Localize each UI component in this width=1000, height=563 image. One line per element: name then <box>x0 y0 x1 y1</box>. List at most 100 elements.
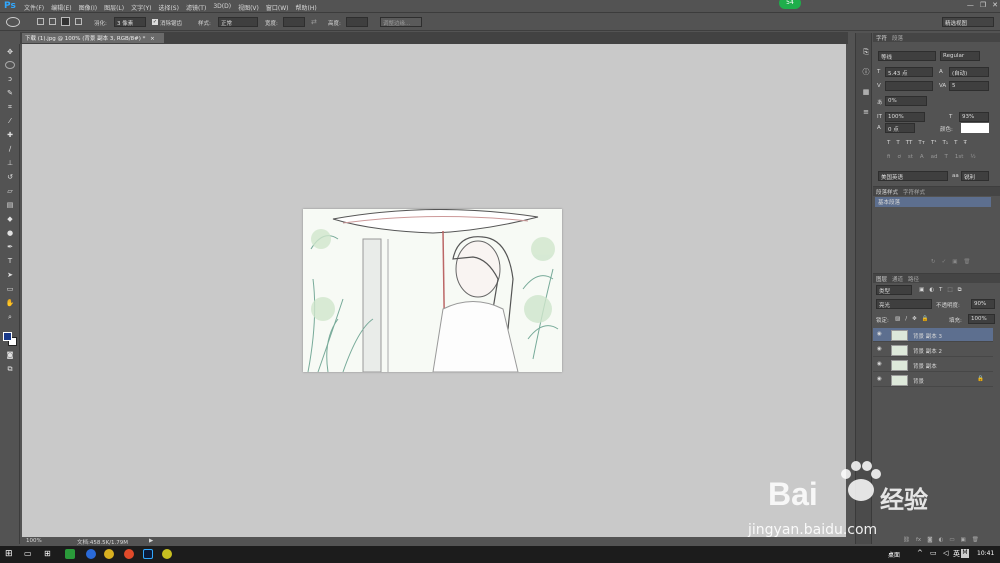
notification-badge[interactable]: 54 <box>779 0 801 9</box>
tsume-input[interactable]: 0% <box>885 96 927 106</box>
width-input[interactable] <box>283 17 305 27</box>
clear-override-icon[interactable]: ↻ <box>931 259 936 265</box>
tab-character-styles[interactable]: 字符样式 <box>903 188 925 196</box>
shape-tool-icon[interactable]: ▭ <box>4 284 16 295</box>
path-select-tool-icon[interactable]: ➤ <box>4 270 16 281</box>
close-icon[interactable]: ✕ <box>992 1 998 9</box>
crop-tool-icon[interactable]: ⌗ <box>4 102 16 113</box>
move-tool-icon[interactable]: ✥ <box>4 47 16 58</box>
info-panel-icon[interactable]: ⓘ <box>860 67 872 78</box>
menu-item[interactable]: 文件(F) <box>24 3 44 12</box>
opentype-feature-button[interactable]: 1st <box>955 154 964 160</box>
history-panel-icon[interactable]: ⎘ <box>860 47 872 58</box>
pen-tool-icon[interactable]: ✒ <box>4 242 16 253</box>
adjustments-panel-icon[interactable]: ≡ <box>860 107 872 118</box>
visibility-eye-icon[interactable]: ◉ <box>877 361 882 367</box>
app-icon[interactable] <box>162 549 172 559</box>
tab-character[interactable]: 字符 <box>876 34 887 42</box>
layer-filter-select[interactable]: 类型 <box>876 285 912 295</box>
tab-layers[interactable]: 图层 <box>876 275 887 283</box>
tray-expand-icon[interactable]: ^ <box>917 549 923 557</box>
layer-name[interactable]: 背景 <box>913 377 924 385</box>
swap-dimensions-icon[interactable]: ⇄ <box>311 18 317 26</box>
baseline-shift-input[interactable]: 0 点 <box>885 123 915 133</box>
type-style-button[interactable]: T <box>896 140 899 146</box>
menu-item[interactable]: 编辑(E) <box>51 3 71 12</box>
status-menu-arrow-icon[interactable]: ▶ <box>149 538 153 544</box>
opentype-feature-button[interactable]: ½ <box>970 154 975 160</box>
document-tab[interactable]: 下载 (1).jpg @ 100% (背景 副本 3, RGB/8#) * × <box>22 33 164 43</box>
menu-item[interactable]: 文字(Y) <box>131 3 151 12</box>
menu-item[interactable]: 选择(S) <box>158 3 179 12</box>
style-select[interactable]: 正常 <box>218 17 258 27</box>
clock[interactable]: 10:41 <box>977 550 994 557</box>
ime-label[interactable]: 英 <box>953 549 960 559</box>
menu-item[interactable]: 帮助(H) <box>296 3 317 12</box>
filter-adjustment-icon[interactable]: ◐ <box>929 287 934 294</box>
opentype-feature-button[interactable]: st <box>908 154 913 160</box>
visibility-eye-icon[interactable]: ◉ <box>877 346 882 352</box>
brush-panel-icon[interactable]: ▦ <box>860 87 872 98</box>
opentype-feature-button[interactable]: T <box>945 154 948 160</box>
fill-input[interactable]: 100% <box>968 314 995 324</box>
history-brush-tool-icon[interactable]: ↺ <box>4 172 16 183</box>
document-image[interactable] <box>303 209 562 372</box>
redefine-style-icon[interactable]: ✓ <box>942 259 947 265</box>
layer-name[interactable]: 背景 副本 3 <box>913 332 942 340</box>
taskbar-app-icon[interactable]: ⊞ <box>44 549 51 558</box>
menu-item[interactable]: 图层(L) <box>104 3 124 12</box>
elliptical-marquee-tool-icon[interactable] <box>5 61 15 69</box>
photoshop-taskbar-icon[interactable] <box>143 549 153 559</box>
quick-select-tool-icon[interactable]: ✎ <box>4 88 16 99</box>
new-layer-icon[interactable]: ▣ <box>961 537 966 543</box>
gradient-tool-icon[interactable]: ▤ <box>4 200 16 211</box>
start-button-icon[interactable]: ⊞ <box>5 549 13 559</box>
volume-icon[interactable]: ◁ <box>943 549 948 557</box>
tracking-input[interactable]: 5 <box>949 81 989 91</box>
eyedropper-tool-icon[interactable]: ⁄ <box>4 116 16 127</box>
menu-item[interactable]: 图像(I) <box>79 3 97 12</box>
selection-mode-intersect-icon[interactable] <box>75 18 82 25</box>
type-style-button[interactable]: TT <box>906 140 913 146</box>
workspace-select[interactable]: 精选视图 <box>942 17 994 27</box>
minimize-icon[interactable]: — <box>967 1 974 9</box>
brush-tool-icon[interactable]: ∕ <box>4 144 16 155</box>
vertical-scale-input[interactable]: 100% <box>885 112 925 122</box>
blur-tool-icon[interactable]: ◆ <box>4 214 16 225</box>
filter-pixel-icon[interactable]: ▣ <box>919 287 924 294</box>
opentype-feature-button[interactable]: ơ <box>897 154 900 160</box>
quick-mask-icon[interactable]: ◙ <box>4 350 16 361</box>
type-style-button[interactable]: Ŧ <box>963 140 966 146</box>
healing-brush-tool-icon[interactable]: ✚ <box>4 130 16 141</box>
lock-image-icon[interactable]: ∕ <box>905 316 907 322</box>
lock-position-icon[interactable]: ✥ <box>912 316 917 322</box>
network-icon[interactable]: ▭ <box>930 549 937 557</box>
type-style-button[interactable]: T₁ <box>943 140 949 146</box>
selection-mode-subtract-icon[interactable] <box>61 17 70 26</box>
antialias-checkbox[interactable]: ✓ <box>152 19 158 25</box>
tab-paragraph-styles[interactable]: 段落样式 <box>876 188 898 196</box>
font-size-input[interactable]: 5.43 点 <box>885 67 933 77</box>
type-tool-icon[interactable]: T <box>4 256 16 267</box>
refine-edge-button[interactable]: 调整边缘... <box>380 17 422 27</box>
type-style-button[interactable]: T¹ <box>931 140 937 146</box>
filter-type-icon[interactable]: T <box>939 287 942 294</box>
lasso-tool-icon[interactable]: ↄ <box>4 74 16 85</box>
font-style-select[interactable]: Regular <box>940 51 980 61</box>
opentype-feature-button[interactable]: A <box>920 154 924 160</box>
lock-transparent-icon[interactable]: ▨ <box>895 316 900 322</box>
filter-shape-icon[interactable]: ⬚ <box>947 287 952 294</box>
restore-icon[interactable]: ❐ <box>980 1 986 9</box>
height-input[interactable] <box>346 17 368 27</box>
filter-smart-icon[interactable]: ⧉ <box>958 287 962 294</box>
hand-tool-icon[interactable]: ✋ <box>4 298 16 309</box>
layer-row[interactable]: ◉ 背景 🔒 <box>873 373 993 387</box>
blend-mode-select[interactable]: 亮光 <box>876 299 932 309</box>
lock-all-icon[interactable]: 🔒 <box>922 316 929 322</box>
eraser-tool-icon[interactable]: ▱ <box>4 186 16 197</box>
tab-paths[interactable]: 路径 <box>908 275 919 283</box>
input-method-icon[interactable]: M <box>961 549 969 558</box>
new-style-icon[interactable]: ▣ <box>952 259 957 265</box>
opentype-feature-button[interactable]: fi <box>887 154 890 160</box>
wechat-icon[interactable] <box>65 549 75 559</box>
